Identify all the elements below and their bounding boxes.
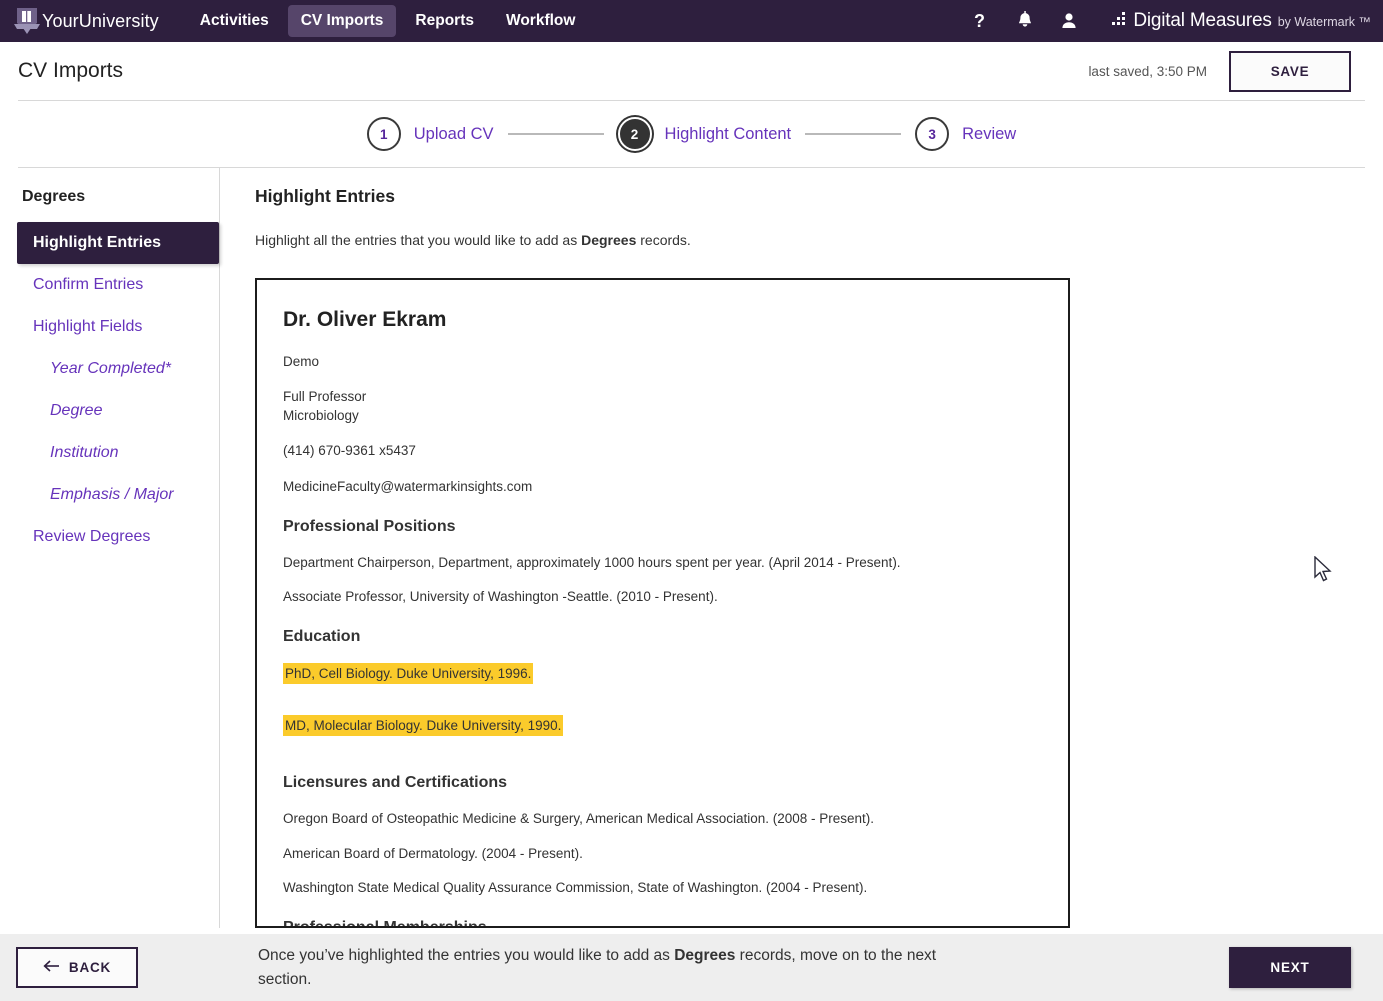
cv-entry[interactable]: Associate Professor, University of Washi… — [283, 589, 718, 604]
nav-item-reports[interactable]: Reports — [402, 5, 487, 37]
back-button[interactable]: BACK — [16, 947, 138, 988]
sidebar-item-review-degrees[interactable]: Review Degrees — [0, 516, 219, 558]
step-2-label[interactable]: Highlight Content — [665, 125, 792, 144]
next-button[interactable]: NEXT — [1229, 947, 1351, 988]
cv-section-heading: Education — [283, 628, 361, 646]
section-heading: Highlight Entries — [255, 186, 395, 206]
nav-item-cv-imports[interactable]: CV Imports — [287, 5, 397, 37]
sidebar-heading: Degrees — [22, 188, 86, 205]
page-header: CV Imports last saved, 3:50 PM SAVE — [0, 42, 1383, 100]
step-1-label[interactable]: Upload CV — [414, 125, 494, 144]
arrow-left-icon — [43, 960, 60, 975]
section-description-bold: Degrees — [581, 232, 637, 248]
cv-entry[interactable]: American Board of Dermatology. (2004 - P… — [283, 846, 583, 861]
cv-entry-row[interactable]: Washington State Medical Quality Assuran… — [283, 878, 1042, 897]
cv-entry-highlighted[interactable]: PhD, Cell Biology. Duke University, 1996… — [283, 663, 534, 685]
cv-entry-highlighted[interactable]: MD, Molecular Biology. Duke University, … — [283, 715, 564, 737]
cv-entry-row[interactable]: American Board of Dermatology. (2004 - P… — [283, 844, 1042, 863]
cv-department: Microbiology — [283, 408, 359, 424]
sidebar-item-highlight-fields[interactable]: Highlight Fields — [0, 306, 219, 348]
sidebar-item-highlight-entries[interactable]: Highlight Entries — [17, 222, 219, 264]
product-vendor: by Watermark ™ — [1277, 15, 1371, 29]
sidebar: Degrees Highlight Entries Confirm Entrie… — [0, 168, 220, 928]
cv-rank-department: Full Professor Microbiology — [283, 387, 1042, 425]
section-description-suffix: records. — [636, 232, 691, 248]
progress-stepper: 1 Upload CV 2 Highlight Content 3 Review — [0, 101, 1383, 167]
step-2-number[interactable]: 2 — [617, 117, 652, 151]
main-content: Highlight Entries Highlight all the entr… — [220, 168, 1383, 928]
sidebar-item-emphasis-major[interactable]: Emphasis / Major — [0, 474, 219, 516]
cv-org: Demo — [283, 354, 320, 369]
university-crest-icon — [14, 6, 40, 36]
cv-section-heading: Professional Memberships — [283, 918, 487, 928]
sidebar-item-year-completed[interactable]: Year Completed* — [0, 348, 219, 390]
last-saved-status: last saved, 3:50 PM — [1088, 63, 1207, 79]
cv-entry-row[interactable]: MD, Molecular Biology. Duke University, … — [283, 715, 1042, 752]
sidebar-item-confirm-entries[interactable]: Confirm Entries — [0, 264, 219, 306]
cv-section-heading: Professional Positions — [283, 517, 456, 535]
product-name: Digital Measures — [1133, 10, 1272, 31]
back-button-label: BACK — [68, 960, 112, 975]
cv-rank: Full Professor — [283, 389, 367, 405]
step-3-label[interactable]: Review — [962, 125, 1016, 144]
footer-message: Once you’ve highlighted the entries you … — [258, 944, 958, 991]
cv-phone: (414) 670-9361 x5437 — [283, 443, 416, 459]
brand-name: YourUniversity — [42, 10, 159, 31]
step-connector-2 — [805, 133, 902, 135]
cv-entry-row[interactable]: Oregon Board of Osteopathic Medicine & S… — [283, 809, 1042, 828]
cv-entry[interactable]: Department Chairperson, Department, appr… — [283, 555, 901, 570]
step-3-number[interactable]: 3 — [915, 117, 950, 151]
cv-entry[interactable]: Washington State Medical Quality Assuran… — [283, 880, 867, 895]
nav-item-activities[interactable]: Activities — [187, 5, 282, 37]
bell-icon[interactable] — [1016, 11, 1034, 31]
nav-item-workflow[interactable]: Workflow — [493, 5, 588, 37]
top-navigation-bar: YourUniversity Activities CV Imports Rep… — [0, 0, 1383, 42]
footer-bar: BACK Once you’ve highlighted the entries… — [0, 934, 1383, 1001]
brand-logo[interactable]: YourUniversity — [14, 6, 159, 36]
footer-message-bold: Degrees — [674, 947, 736, 965]
cv-entry[interactable]: Oregon Board of Osteopathic Medicine & S… — [283, 811, 874, 826]
help-icon[interactable]: ? — [972, 11, 990, 31]
step-highlight-content[interactable]: 2 Highlight Content — [617, 117, 792, 151]
step-1-number[interactable]: 1 — [366, 117, 401, 151]
cv-document-panel[interactable]: Dr. Oliver Ekram Demo Full Professor Mic… — [255, 278, 1070, 928]
save-button[interactable]: SAVE — [1229, 50, 1351, 92]
cv-entry-row[interactable]: PhD, Cell Biology. Duke University, 1996… — [283, 663, 1042, 700]
sidebar-item-degree[interactable]: Degree — [0, 390, 219, 432]
page-title: CV Imports — [18, 59, 124, 82]
dots-icon — [1112, 12, 1127, 26]
step-connector-1 — [507, 133, 604, 135]
user-icon[interactable] — [1060, 11, 1078, 31]
step-upload-cv[interactable]: 1 Upload CV — [366, 117, 494, 151]
nav-right-cluster: ? Digital Measures by Watermark ™ — [972, 0, 1371, 42]
step-review[interactable]: 3 Review — [915, 117, 1016, 151]
section-description-prefix: Highlight all the entries that you would… — [255, 232, 582, 248]
footer-message-prefix: Once you’ve highlighted the entries you … — [258, 947, 675, 965]
section-description: Highlight all the entries that you would… — [255, 232, 1383, 248]
primary-nav-items: Activities CV Imports Reports Workflow — [187, 5, 589, 37]
cv-section-heading: Licensures and Certifications — [283, 774, 508, 792]
cv-entry-row[interactable]: Associate Professor, University of Washi… — [283, 587, 1042, 606]
cv-entry-row[interactable]: Department Chairperson, Department, appr… — [283, 553, 1042, 572]
page-header-actions: last saved, 3:50 PM SAVE — [1088, 50, 1351, 92]
cv-email: MedicineFaculty@watermarkinsights.com — [283, 478, 533, 494]
body-split: Degrees Highlight Entries Confirm Entrie… — [0, 168, 1383, 928]
sidebar-item-institution[interactable]: Institution — [0, 432, 219, 474]
svg-text:?: ? — [974, 11, 985, 31]
digital-measures-logo: Digital Measures by Watermark ™ — [1112, 10, 1371, 32]
cv-person-name: Dr. Oliver Ekram — [283, 308, 447, 331]
